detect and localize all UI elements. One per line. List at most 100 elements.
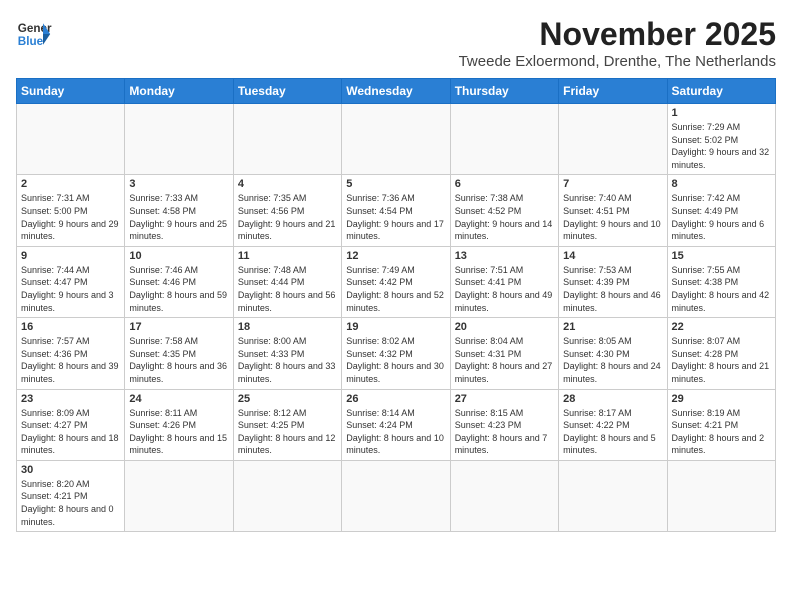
calendar-day-cell: [559, 460, 667, 531]
calendar-day-cell: [125, 460, 233, 531]
calendar-day-cell: 13Sunrise: 7:51 AM Sunset: 4:41 PM Dayli…: [450, 246, 558, 317]
calendar-day-cell: [233, 104, 341, 175]
calendar-day-cell: 3Sunrise: 7:33 AM Sunset: 4:58 PM Daylig…: [125, 175, 233, 246]
calendar-week-row: 16 Sunrise: 7:57 AM Sunset: 4:36 PM Dayli…: [17, 318, 776, 389]
day-info: Sunrise: 7:57 AM Sunset: 4:36 PM Dayligh…: [21, 335, 120, 385]
day-number: 7: [563, 178, 662, 190]
day-number: 18: [238, 321, 337, 333]
day-info: Sunrise: 8:04 AM Sunset: 4:31 PM Dayligh…: [455, 335, 554, 385]
svg-text:Blue: Blue: [18, 35, 44, 48]
calendar-day-cell: 20 Sunrise: 8:04 AM Sunset: 4:31 PM Dayli…: [450, 318, 558, 389]
day-number: 10: [129, 250, 228, 262]
calendar-week-row: 23Sunrise: 8:09 AM Sunset: 4:27 PM Dayli…: [17, 389, 776, 460]
calendar-day-cell: 4Sunrise: 7:35 AM Sunset: 4:56 PM Daylig…: [233, 175, 341, 246]
calendar-week-row: 2 Sunrise: 7:31 AM Sunset: 5:00 PM Daylig…: [17, 175, 776, 246]
calendar-table: SundayMondayTuesdayWednesdayThursdayFrid…: [16, 78, 776, 532]
day-number: 28: [563, 393, 662, 405]
day-number: 13: [455, 250, 554, 262]
calendar-day-cell: 15 Sunrise: 7:55 AM Sunset: 4:38 PM Dayli…: [667, 246, 775, 317]
calendar-day-cell: 6 Sunrise: 7:38 AM Sunset: 4:52 PM Daylig…: [450, 175, 558, 246]
day-info: Sunrise: 7:58 AM Sunset: 4:35 PM Dayligh…: [129, 335, 228, 385]
day-info: Sunrise: 7:33 AM Sunset: 4:58 PM Dayligh…: [129, 192, 228, 242]
calendar-day-cell: 9Sunrise: 7:44 AM Sunset: 4:47 PM Daylig…: [17, 246, 125, 317]
calendar-day-cell: [233, 460, 341, 531]
calendar-day-cell: [667, 460, 775, 531]
day-number: 24: [129, 393, 228, 405]
calendar-day-cell: 18 Sunrise: 8:00 AM Sunset: 4:33 PM Dayli…: [233, 318, 341, 389]
day-number: 20: [455, 321, 554, 333]
calendar-day-cell: 21Sunrise: 8:05 AM Sunset: 4:30 PM Dayli…: [559, 318, 667, 389]
calendar-day-cell: 16 Sunrise: 7:57 AM Sunset: 4:36 PM Dayli…: [17, 318, 125, 389]
calendar-day-cell: [559, 104, 667, 175]
day-number: 16: [21, 321, 120, 333]
calendar-day-cell: [125, 104, 233, 175]
day-info: Sunrise: 7:53 AM Sunset: 4:39 PM Dayligh…: [563, 264, 662, 314]
calendar-day-cell: 5Sunrise: 7:36 AM Sunset: 4:54 PM Daylig…: [342, 175, 450, 246]
day-info: Sunrise: 7:49 AM Sunset: 4:42 PM Dayligh…: [346, 264, 445, 314]
day-info: Sunrise: 8:20 AM Sunset: 4:21 PM Dayligh…: [21, 478, 120, 528]
day-number: 15: [672, 250, 771, 262]
logo-icon: General Blue: [16, 16, 52, 52]
weekday-header-thursday: Thursday: [450, 79, 558, 104]
day-info: Sunrise: 8:07 AM Sunset: 4:28 PM Dayligh…: [672, 335, 771, 385]
day-info: Sunrise: 8:05 AM Sunset: 4:30 PM Dayligh…: [563, 335, 662, 385]
calendar-day-cell: 29Sunrise: 8:19 AM Sunset: 4:21 PM Dayli…: [667, 389, 775, 460]
weekday-header-sunday: Sunday: [17, 79, 125, 104]
calendar-day-cell: 8 Sunrise: 7:42 AM Sunset: 4:49 PM Daylig…: [667, 175, 775, 246]
day-info: Sunrise: 8:00 AM Sunset: 4:33 PM Dayligh…: [238, 335, 337, 385]
weekday-header-wednesday: Wednesday: [342, 79, 450, 104]
day-number: 27: [455, 393, 554, 405]
month-title: November 2025: [459, 16, 776, 53]
day-number: 25: [238, 393, 337, 405]
title-area: November 2025 Tweede Exloermond, Drenthe…: [459, 16, 776, 70]
day-info: Sunrise: 8:19 AM Sunset: 4:21 PM Dayligh…: [672, 407, 771, 457]
day-info: Sunrise: 7:38 AM Sunset: 4:52 PM Dayligh…: [455, 192, 554, 242]
calendar-day-cell: [450, 104, 558, 175]
day-number: 26: [346, 393, 445, 405]
day-number: 2: [21, 178, 120, 190]
day-info: Sunrise: 7:48 AM Sunset: 4:44 PM Dayligh…: [238, 264, 337, 314]
calendar-day-cell: 27Sunrise: 8:15 AM Sunset: 4:23 PM Dayli…: [450, 389, 558, 460]
day-number: 12: [346, 250, 445, 262]
calendar-day-cell: 1Sunrise: 7:29 AM Sunset: 5:02 PM Daylig…: [667, 104, 775, 175]
calendar-week-row: 1Sunrise: 7:29 AM Sunset: 5:02 PM Daylig…: [17, 104, 776, 175]
calendar-day-cell: 22 Sunrise: 8:07 AM Sunset: 4:28 PM Dayli…: [667, 318, 775, 389]
location-subtitle: Tweede Exloermond, Drenthe, The Netherla…: [459, 53, 776, 70]
calendar-day-cell: [342, 104, 450, 175]
day-number: 5: [346, 178, 445, 190]
day-info: Sunrise: 8:14 AM Sunset: 4:24 PM Dayligh…: [346, 407, 445, 457]
day-info: Sunrise: 7:44 AM Sunset: 4:47 PM Dayligh…: [21, 264, 120, 314]
calendar-day-cell: 11 Sunrise: 7:48 AM Sunset: 4:44 PM Dayli…: [233, 246, 341, 317]
day-number: 19: [346, 321, 445, 333]
day-info: Sunrise: 7:42 AM Sunset: 4:49 PM Dayligh…: [672, 192, 771, 242]
day-number: 30: [21, 464, 120, 476]
day-number: 14: [563, 250, 662, 262]
day-number: 11: [238, 250, 337, 262]
calendar-day-cell: 17 Sunrise: 7:58 AM Sunset: 4:35 PM Dayli…: [125, 318, 233, 389]
day-info: Sunrise: 8:12 AM Sunset: 4:25 PM Dayligh…: [238, 407, 337, 457]
day-number: 8: [672, 178, 771, 190]
day-info: Sunrise: 8:02 AM Sunset: 4:32 PM Dayligh…: [346, 335, 445, 385]
calendar-day-cell: 12 Sunrise: 7:49 AM Sunset: 4:42 PM Dayli…: [342, 246, 450, 317]
day-info: Sunrise: 7:29 AM Sunset: 5:02 PM Dayligh…: [672, 121, 771, 171]
calendar-day-cell: 14 Sunrise: 7:53 AM Sunset: 4:39 PM Dayli…: [559, 246, 667, 317]
day-number: 23: [21, 393, 120, 405]
day-info: Sunrise: 7:55 AM Sunset: 4:38 PM Dayligh…: [672, 264, 771, 314]
calendar-day-cell: 23Sunrise: 8:09 AM Sunset: 4:27 PM Dayli…: [17, 389, 125, 460]
day-info: Sunrise: 8:17 AM Sunset: 4:22 PM Dayligh…: [563, 407, 662, 457]
day-info: Sunrise: 7:31 AM Sunset: 5:00 PM Dayligh…: [21, 192, 120, 242]
logo: General Blue: [16, 16, 52, 52]
day-info: Sunrise: 8:11 AM Sunset: 4:26 PM Dayligh…: [129, 407, 228, 457]
day-info: Sunrise: 7:35 AM Sunset: 4:56 PM Dayligh…: [238, 192, 337, 242]
day-number: 6: [455, 178, 554, 190]
day-number: 17: [129, 321, 228, 333]
calendar-day-cell: 26 Sunrise: 8:14 AM Sunset: 4:24 PM Dayli…: [342, 389, 450, 460]
calendar-day-cell: 19 Sunrise: 8:02 AM Sunset: 4:32 PM Dayli…: [342, 318, 450, 389]
day-info: Sunrise: 7:40 AM Sunset: 4:51 PM Dayligh…: [563, 192, 662, 242]
calendar-day-cell: 7 Sunrise: 7:40 AM Sunset: 4:51 PM Daylig…: [559, 175, 667, 246]
calendar-day-cell: [450, 460, 558, 531]
day-number: 22: [672, 321, 771, 333]
weekday-header-tuesday: Tuesday: [233, 79, 341, 104]
calendar-day-cell: 24 Sunrise: 8:11 AM Sunset: 4:26 PM Dayli…: [125, 389, 233, 460]
calendar-day-cell: 2 Sunrise: 7:31 AM Sunset: 5:00 PM Daylig…: [17, 175, 125, 246]
